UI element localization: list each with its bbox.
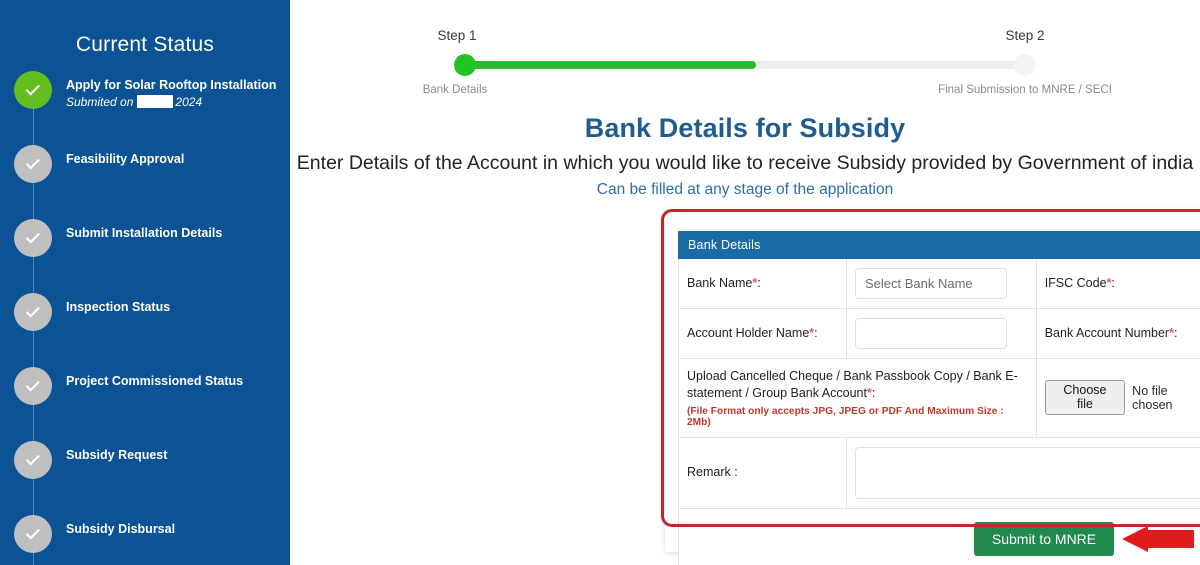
sidebar-item-label: Apply for Solar Rooftop Installation (66, 78, 277, 92)
page-title: Bank Details for Subsidy (584, 113, 906, 143)
remark-label-cell: Remark : (678, 436, 847, 509)
status-timeline: Apply for Solar Rooftop Installation Sub… (0, 71, 290, 565)
bank-name-label: Bank Name (687, 276, 753, 291)
sidebar-item-subsidy-disbursal[interactable]: Subsidy Disbursal (14, 515, 290, 565)
step-captions: Bank Details Final Submission to MNRE / … (423, 84, 1112, 100)
colon: : (871, 385, 876, 400)
sidebar-item-body: Subsidy Request (66, 441, 167, 464)
sidebar-item-body: Apply for Solar Rooftop Installation Sub… (66, 71, 276, 109)
upload-label-cell: Upload Cancelled Cheque / Bank Passbook … (678, 358, 1037, 438)
bank-name-input-cell (846, 258, 1037, 309)
file-input-row: Choose file No file chosen (1044, 380, 1200, 416)
sidebar-item-subtext: Submited on 2024 (66, 95, 276, 109)
progress-stepper: Step 1 Step 2 Bank Details Final Submiss… (423, 0, 1112, 100)
sidebar-item-label: Submit Installation Details (66, 226, 223, 240)
no-file-chosen-text: No file chosen (1132, 383, 1173, 412)
progress-track-fill (465, 61, 757, 69)
table-header-row: Bank Details (678, 231, 1200, 259)
check-icon (25, 154, 40, 169)
colon: : (814, 326, 818, 341)
ifsc-label-cell: IFSC Code*: (1035, 258, 1200, 309)
heading-block: Bank Details for Subsidy Enter Details o… (290, 113, 1200, 199)
bank-details-section-title: Bank Details (678, 231, 1200, 259)
page-subtitle: Enter Details of the Account in which yo… (296, 152, 1194, 174)
sidebar-item-project-commissioned[interactable]: Project Commissioned Status (14, 367, 290, 441)
check-icon (25, 450, 40, 465)
redacted-date (137, 95, 174, 109)
status-dot-pending (14, 293, 52, 331)
table-row: Account Holder Name*: Bank Account Numbe… (678, 308, 1200, 359)
sidebar-item-label: Inspection Status (66, 300, 171, 314)
step-1-node[interactable] (454, 54, 476, 76)
sidebar-title: Current Status (75, 33, 215, 56)
submitted-on-year: 2024 (175, 94, 203, 109)
table-row: Upload Cancelled Cheque / Bank Passbook … (678, 358, 1200, 438)
status-dot-pending (14, 515, 52, 553)
colon: : (757, 276, 761, 291)
sidebar: Current Status Apply for Solar Rooftop I… (0, 0, 290, 565)
sidebar-item-body: Feasibility Approval (66, 145, 184, 168)
account-holder-input-cell (846, 308, 1037, 359)
sidebar-item-label: Subsidy Request (66, 448, 168, 462)
status-dot-pending (14, 219, 52, 257)
pointer-arrow-icon (1122, 526, 1194, 553)
step-1-label: Step 1 (437, 28, 477, 43)
table-row: Bank Name*: IFSC Code*: (678, 258, 1200, 309)
sidebar-item-feasibility[interactable]: Feasibility Approval (14, 145, 290, 219)
bank-name-select[interactable] (855, 268, 1007, 299)
step-1-caption: Bank Details (422, 84, 488, 96)
progress-track (454, 54, 1036, 76)
upload-input-cell: Choose file No file chosen (1035, 358, 1200, 438)
account-holder-name-label: Account Holder Name (687, 326, 810, 341)
remark-textarea[interactable] (855, 446, 1200, 499)
submit-cell: Submit to MNRE (678, 507, 1200, 565)
remark-label: Remark : (687, 465, 738, 480)
check-icon (25, 80, 40, 95)
step-2-caption: Final Submission to MNRE / SECI (938, 84, 1112, 96)
account-holder-label-cell: Account Holder Name*: (678, 308, 847, 359)
status-dot-pending (14, 367, 52, 405)
ifsc-code-label: IFSC Code (1044, 276, 1107, 291)
step-2-node[interactable] (1014, 54, 1036, 76)
step-labels: Step 1 Step 2 (437, 28, 1044, 45)
sidebar-item-apply[interactable]: Apply for Solar Rooftop Installation Sub… (14, 71, 290, 145)
upload-format-hint: (File Format only accepts JPG, JPEG or P… (687, 405, 1004, 428)
main-content: Step 1 Step 2 Bank Details Final Submiss… (290, 0, 1200, 565)
sidebar-item-body: Inspection Status (66, 293, 170, 316)
page-note: Can be filled at any stage of the applic… (596, 181, 894, 198)
status-dot-pending (14, 145, 52, 183)
sidebar-item-label: Subsidy Disbursal (66, 522, 176, 536)
sidebar-item-body: Subsidy Disbursal (66, 515, 175, 538)
sidebar-item-inspection-status[interactable]: Inspection Status (14, 293, 290, 367)
upload-document-label: Upload Cancelled Cheque / Bank Passbook … (687, 369, 1018, 400)
choose-file-button[interactable]: Choose file (1044, 380, 1126, 416)
status-dot-complete (14, 71, 52, 109)
check-icon (25, 302, 40, 317)
account-holder-name-input[interactable] (855, 318, 1007, 349)
bank-name-label-cell: Bank Name*: (678, 258, 847, 309)
sidebar-item-body: Submit Installation Details (66, 219, 222, 242)
bank-account-number-label: Bank Account Number (1044, 326, 1170, 341)
bank-details-table: Bank Details Bank Name*: IFSC Code*: (678, 231, 1200, 565)
check-icon (25, 376, 40, 391)
check-icon (25, 524, 40, 539)
sidebar-item-subsidy-request[interactable]: Subsidy Request (14, 441, 290, 515)
check-icon (25, 228, 40, 243)
sidebar-item-installation-details[interactable]: Submit Installation Details (14, 219, 290, 293)
page-root: Current Status Apply for Solar Rooftop I… (0, 0, 1200, 565)
step-2-label: Step 2 (1005, 28, 1045, 43)
colon: : (1111, 276, 1115, 291)
table-footer-row: Submit to MNRE (678, 507, 1200, 565)
table-row: Remark : (678, 436, 1200, 509)
sidebar-item-label: Feasibility Approval (66, 152, 185, 166)
sidebar-item-label: Project Commissioned Status (66, 374, 244, 388)
colon: : (1173, 326, 1178, 341)
remark-input-cell (846, 436, 1200, 509)
submit-to-mnre-button[interactable]: Submit to MNRE (973, 521, 1115, 556)
sidebar-item-body: Project Commissioned Status (66, 367, 243, 390)
account-number-label-cell: Bank Account Number*: (1035, 308, 1200, 359)
status-dot-pending (14, 441, 52, 479)
submitted-on-prefix: Submited on (66, 94, 134, 109)
